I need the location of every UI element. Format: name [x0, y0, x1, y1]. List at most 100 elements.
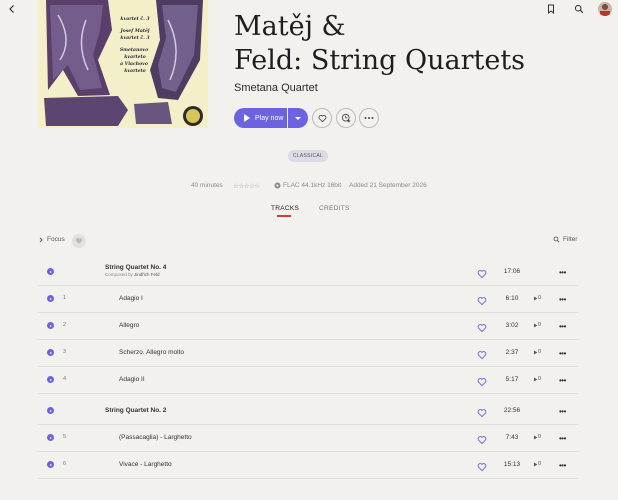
- play-count: 0: [533, 295, 541, 301]
- track-duration: 15:13: [503, 461, 521, 468]
- search-icon: [553, 236, 560, 243]
- filter-label: Filter: [563, 236, 578, 243]
- audio-format: FLAC 44.1kHz 16bit: [274, 182, 341, 189]
- more-icon[interactable]: •••: [559, 434, 566, 443]
- back-icon[interactable]: [6, 3, 18, 15]
- track-duration: 3:02: [505, 322, 519, 329]
- heart-icon[interactable]: [477, 266, 487, 279]
- heart-icon[interactable]: [477, 374, 487, 387]
- track-number: 1: [63, 295, 67, 301]
- more-icon[interactable]: •••: [559, 461, 566, 470]
- work-duration: 17:06: [503, 268, 521, 275]
- track-row[interactable]: 3 Scherzo. Allegro molto 2:37 0 •••: [38, 339, 578, 367]
- work-title: String Quartet No. 4: [105, 264, 167, 271]
- play-count: 0: [533, 376, 541, 382]
- chevron-down-icon: [295, 116, 301, 120]
- play-count-value: 0: [538, 349, 542, 355]
- play-count-value: 0: [538, 434, 542, 440]
- album-cover[interactable]: kvartet č. 3 Josef Matěj kvartet č. 3 Sm…: [38, 0, 208, 128]
- play-now-label: Play now: [255, 114, 284, 122]
- heart-icon[interactable]: [477, 405, 487, 418]
- composer-name[interactable]: Jindřich Feld: [134, 272, 160, 277]
- play-count: 0: [533, 349, 541, 355]
- track-duration: 6:10: [505, 295, 519, 302]
- play-icon[interactable]: [47, 322, 54, 329]
- composer-prefix: Composed by: [105, 272, 133, 277]
- track-duration: 2:37: [505, 349, 519, 356]
- heart-icon[interactable]: [477, 293, 487, 306]
- focus-toggle[interactable]: Focus: [38, 236, 65, 243]
- more-icon[interactable]: •••: [559, 376, 566, 385]
- add-clock-icon: [341, 113, 351, 123]
- play-icon[interactable]: [47, 434, 54, 441]
- cover-line-7: kvarteto: [124, 68, 145, 74]
- track-row[interactable]: 6 Vivace - Larghetto 15:13 0 •••: [38, 451, 578, 479]
- work-composer: Composed by Jindřich Feld: [105, 272, 160, 277]
- active-tab-indicator: [277, 215, 291, 217]
- work-row[interactable]: String Quartet No. 2 22:56 •••: [38, 397, 578, 425]
- cover-line-5: kvarteto: [124, 54, 145, 60]
- album-title: Matěj & Feld: String Quartets: [234, 11, 526, 76]
- play-now-button[interactable]: Play now: [234, 108, 287, 128]
- more-icon: [364, 117, 374, 119]
- track-title: Vivace - Larghetto: [119, 461, 172, 468]
- play-options-button[interactable]: [288, 108, 308, 128]
- track-title: Allegro: [119, 322, 140, 329]
- play-icon[interactable]: [47, 461, 54, 468]
- album-duration: 40 minutes: [191, 182, 223, 189]
- track-row[interactable]: 5 (Passacaglia) - Larghetto 7:43 0 •••: [38, 424, 578, 452]
- more-icon[interactable]: •••: [559, 349, 566, 358]
- heart-icon[interactable]: [477, 347, 487, 360]
- tab-tracks[interactable]: TRACKS: [271, 205, 299, 212]
- more-options-button[interactable]: [359, 108, 379, 128]
- more-icon[interactable]: •••: [559, 322, 566, 331]
- track-duration: 5:17: [505, 376, 519, 383]
- play-icon[interactable]: [47, 268, 54, 275]
- track-title: (Passacaglia) - Larghetto: [119, 434, 192, 441]
- track-title: Scherzo. Allegro molto: [119, 349, 185, 356]
- cover-line-2: Josef Matěj: [119, 27, 149, 34]
- more-icon[interactable]: •••: [559, 268, 566, 277]
- genre-badge[interactable]: CLASSICAL: [288, 150, 328, 162]
- heart-icon[interactable]: [477, 432, 487, 445]
- track-number: 2: [63, 322, 67, 328]
- more-icon[interactable]: •••: [559, 407, 566, 416]
- date-added: Added 21 September 2026: [349, 182, 427, 189]
- add-to-playlist-button[interactable]: [336, 108, 356, 128]
- cover-line-6: a Vlachovo: [120, 61, 148, 67]
- audio-quality-icon: [274, 182, 281, 189]
- play-count-value: 0: [538, 295, 542, 301]
- work-row[interactable]: String Quartet No. 4 Composed by Jindřic…: [38, 258, 578, 286]
- tab-credits[interactable]: CREDITS: [319, 205, 350, 212]
- focus-label: Focus: [47, 236, 65, 243]
- track-row[interactable]: 1 Adagio I 6:10 0 •••: [38, 285, 578, 313]
- chevron-right-icon: [39, 237, 43, 242]
- play-count: 0: [533, 322, 541, 328]
- track-duration: 7:43: [505, 434, 519, 441]
- play-icon[interactable]: [47, 376, 54, 383]
- favorite-button[interactable]: [312, 108, 332, 128]
- cover-line-3: kvartet č. 3: [120, 34, 150, 41]
- album-artist[interactable]: Smetana Quartet: [234, 82, 318, 94]
- favorites-filter-button[interactable]: [72, 234, 86, 248]
- track-number: 3: [63, 349, 67, 355]
- heart-icon[interactable]: [477, 320, 487, 333]
- play-count-value: 0: [538, 461, 542, 467]
- track-row[interactable]: 2 Allegro 3:02 0 •••: [38, 312, 578, 340]
- play-icon[interactable]: [47, 349, 54, 356]
- more-icon[interactable]: •••: [559, 295, 566, 304]
- play-count-value: 0: [538, 376, 542, 382]
- play-icon[interactable]: [47, 407, 54, 414]
- filter-control[interactable]: Filter: [553, 236, 577, 243]
- heart-icon[interactable]: [477, 459, 487, 472]
- track-number: 6: [63, 461, 67, 467]
- heart-icon: [318, 114, 326, 122]
- play-icon[interactable]: [47, 295, 54, 302]
- track-row[interactable]: 4 Adagio II 5:17 0 •••: [38, 366, 578, 394]
- track-number: 5: [63, 434, 67, 440]
- cover-line-4: Smetanovo: [120, 47, 148, 53]
- rating-stars[interactable]: ☆☆☆☆☆: [233, 182, 260, 190]
- play-count: 0: [533, 434, 541, 440]
- work-title: String Quartet No. 2: [105, 407, 167, 414]
- heart-icon: [75, 238, 83, 244]
